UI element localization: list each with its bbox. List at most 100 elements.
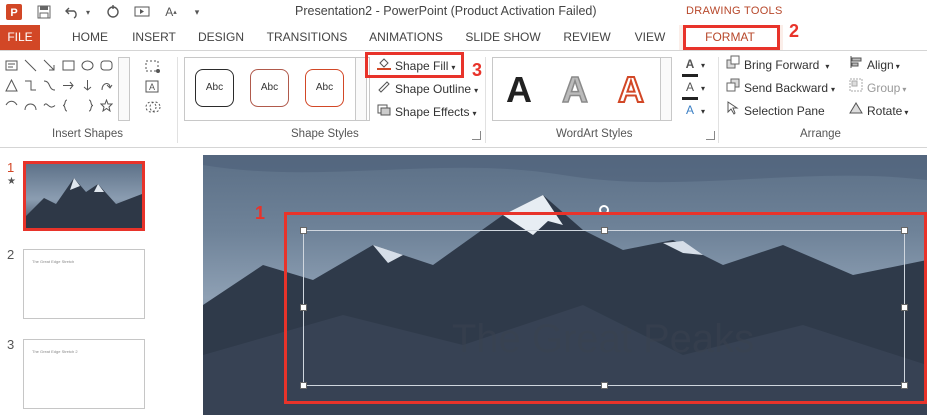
text-box-highlight xyxy=(284,212,927,404)
tab-file[interactable]: FILE xyxy=(0,25,40,50)
selection-pane-label: Selection Pane xyxy=(744,104,825,118)
line-shape-icon[interactable] xyxy=(24,59,37,72)
slide-thumb-3[interactable]: The Great Edge Stretch 2 xyxy=(23,339,145,409)
font-size-icon[interactable]: A ▴ xyxy=(162,3,180,21)
right-brace-shape-icon[interactable] xyxy=(81,99,94,112)
callout-3: 3 xyxy=(472,60,483,80)
bring-forward-label: Bring Forward xyxy=(744,58,820,72)
wordart-style-black[interactable]: A xyxy=(499,70,539,110)
callout-1: 1 xyxy=(255,203,266,223)
ribbon-tabs: FILE HOME INSERT DESIGN TRANSITIONS ANIM… xyxy=(0,25,927,50)
wordart-styles-group-label: WordArt Styles xyxy=(556,128,633,140)
text-effects-button[interactable]: A ▾ xyxy=(682,100,705,120)
text-fill-icon: A xyxy=(682,54,698,77)
edit-shape-icon[interactable] xyxy=(144,59,162,78)
shape-outline-label: Shape Outline xyxy=(395,82,472,96)
pencil-icon xyxy=(376,79,392,99)
wave-shape-icon[interactable] xyxy=(43,99,56,112)
slide-thumb-2[interactable]: The Great Edge Stretch xyxy=(23,249,145,319)
send-backward-button[interactable]: Send Backward ▾ xyxy=(725,78,835,98)
oval-shape-icon[interactable] xyxy=(81,59,94,72)
chevron-down-icon: ▾ xyxy=(825,62,830,71)
tab-home[interactable]: HOME xyxy=(62,25,118,50)
rounded-rectangle-shape-icon[interactable] xyxy=(100,59,113,72)
dialog-launcher-icon[interactable] xyxy=(706,131,715,140)
brace-shape-icon[interactable] xyxy=(62,99,75,112)
customize-qat-icon[interactable]: ▾ xyxy=(190,3,204,21)
wordart-gallery[interactable]: A A A xyxy=(492,57,670,121)
rectangle-shape-icon[interactable] xyxy=(62,59,75,72)
arrow-down-shape-icon[interactable] xyxy=(81,79,94,92)
wordart-scrollbar[interactable] xyxy=(660,57,672,121)
tab-slide-show[interactable]: SLIDE SHOW xyxy=(460,25,546,50)
group-icon xyxy=(848,78,864,98)
group-button[interactable]: Group ▾ xyxy=(848,78,906,98)
powerpoint-logo-icon: P xyxy=(4,3,24,21)
shape-effects-button[interactable]: Shape Effects ▾ xyxy=(376,102,477,122)
dialog-launcher-icon[interactable] xyxy=(472,131,481,140)
tab-animations[interactable]: ANIMATIONS xyxy=(364,25,448,50)
callout-2: 2 xyxy=(789,21,800,41)
title-bar: P ▾ A ▴ ▾ Presentation2 - PowerPoint (Pro… xyxy=(0,0,927,25)
wordart-style-red-outline[interactable]: A xyxy=(611,69,651,111)
tab-design[interactable]: DESIGN xyxy=(192,25,250,50)
shape-styles-gallery[interactable]: Abc Abc Abc xyxy=(184,57,370,121)
arrow-right-shape-icon[interactable] xyxy=(62,79,75,92)
rotate-icon xyxy=(848,101,864,121)
wordart-style-gray-outline[interactable]: A xyxy=(555,69,595,111)
chevron-down-icon: ▾ xyxy=(904,108,909,117)
shapes-gallery[interactable] xyxy=(3,57,130,121)
rotate-label: Rotate xyxy=(867,104,903,118)
group-divider xyxy=(177,57,178,143)
format-tab-highlight xyxy=(683,25,780,50)
arc-shape-icon[interactable] xyxy=(5,99,18,112)
chevron-down-icon: ▾ xyxy=(701,107,706,116)
curved-arrow-shape-icon[interactable] xyxy=(100,79,113,92)
start-from-beginning-icon[interactable] xyxy=(132,3,152,21)
undo-icon[interactable] xyxy=(62,3,82,21)
save-icon[interactable] xyxy=(34,3,54,21)
style-thumb-dark[interactable]: Abc xyxy=(195,69,234,107)
arrow-shape-icon[interactable] xyxy=(43,59,56,72)
text-outline-icon: A xyxy=(682,77,698,100)
shapes-gallery-scrollbar[interactable] xyxy=(118,57,130,121)
group-label: Group xyxy=(867,81,901,95)
arrange-group-label: Arrange xyxy=(800,128,841,140)
chevron-down-icon: ▾ xyxy=(472,109,477,118)
tab-insert[interactable]: INSERT xyxy=(128,25,180,50)
align-button[interactable]: Align ▾ xyxy=(848,55,900,75)
group-divider xyxy=(485,57,486,143)
svg-text:P: P xyxy=(10,7,17,19)
slide-thumb-1[interactable] xyxy=(23,161,145,231)
slide-thumbnails-pane: 1 ★ 2 The Great Edge Stretch 3 The Great… xyxy=(0,149,202,415)
curved-connector-shape-icon[interactable] xyxy=(43,79,56,92)
elbow-connector-shape-icon[interactable] xyxy=(24,79,37,92)
selection-pane-button[interactable]: Selection Pane xyxy=(725,101,825,121)
bent-line-shape-icon[interactable] xyxy=(24,99,37,112)
triangle-shape-icon[interactable] xyxy=(5,78,18,92)
shape-styles-group-label: Shape Styles xyxy=(291,128,359,140)
slide-number: 1 xyxy=(7,160,15,175)
tab-view[interactable]: VIEW xyxy=(626,25,674,50)
undo-dropdown-icon[interactable]: ▾ xyxy=(82,3,94,21)
tab-review[interactable]: REVIEW xyxy=(558,25,616,50)
star-shape-icon[interactable] xyxy=(99,98,114,113)
text-outline-button[interactable]: A ▾ xyxy=(682,77,706,100)
style-thumb-brown[interactable]: Abc xyxy=(250,69,289,107)
chevron-down-icon: ▾ xyxy=(701,84,706,93)
redo-icon[interactable] xyxy=(104,3,122,21)
text-effects-icon: A xyxy=(685,103,694,117)
text-box-icon[interactable]: A xyxy=(144,79,162,98)
style-thumb-orange[interactable]: Abc xyxy=(305,69,344,107)
text-box-shape-icon[interactable] xyxy=(5,59,18,72)
chevron-down-icon: ▾ xyxy=(895,62,900,71)
rotate-button[interactable]: Rotate ▾ xyxy=(848,101,908,121)
bring-forward-button[interactable]: Bring Forward ▾ xyxy=(725,55,829,75)
tab-transitions[interactable]: TRANSITIONS xyxy=(262,25,352,50)
chevron-down-icon: ▾ xyxy=(902,85,907,94)
shape-outline-button[interactable]: Shape Outline ▾ xyxy=(376,79,478,99)
merge-shapes-icon[interactable] xyxy=(144,99,162,118)
shape-fill-highlight xyxy=(365,52,464,78)
insert-shapes-group-label: Insert Shapes xyxy=(52,128,123,140)
text-fill-button[interactable]: A ▾ xyxy=(682,54,705,77)
